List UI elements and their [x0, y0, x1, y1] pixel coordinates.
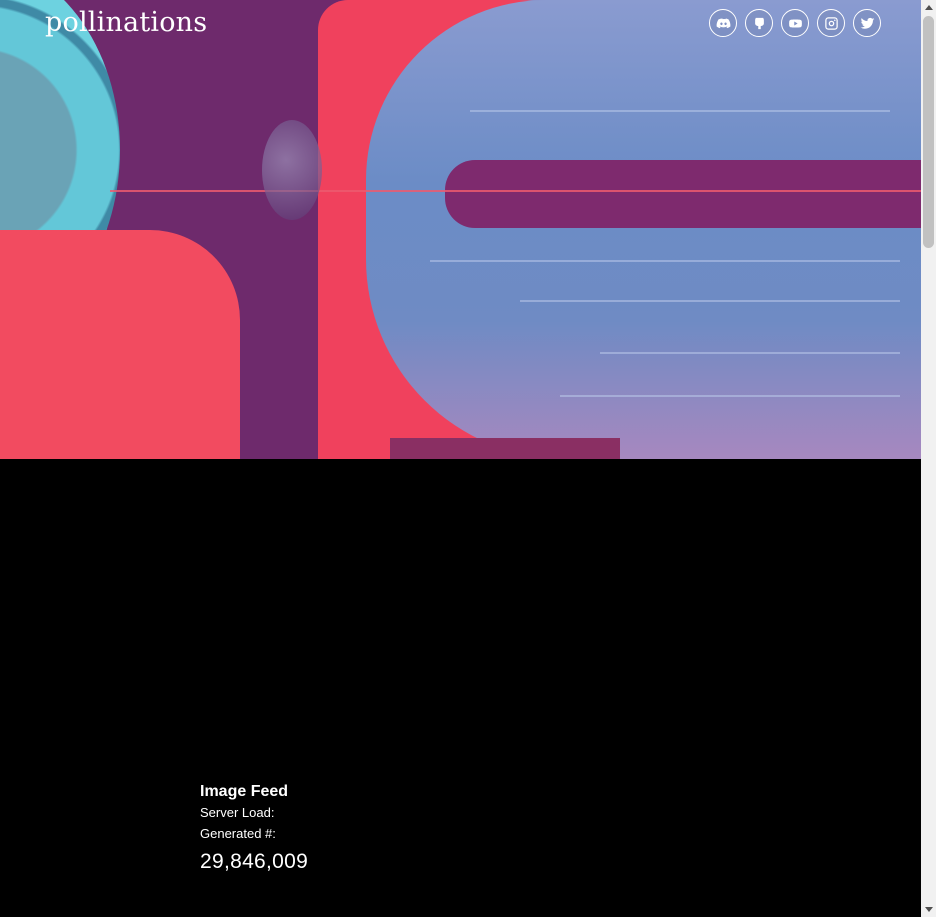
youtube-icon [788, 19, 802, 27]
discord-link[interactable] [709, 9, 737, 37]
server-load-label: Server Load: [200, 805, 275, 820]
social-links [709, 9, 881, 37]
hero-image [0, 0, 921, 459]
image-feed-info: Image Feed Server Load: Generated #: 29,… [200, 782, 308, 876]
scroll-down-button[interactable] [921, 902, 936, 917]
arrow-up-icon [924, 5, 933, 10]
generated-label: Generated #: [200, 826, 276, 841]
github-link[interactable] [745, 9, 773, 37]
generated-count: 29,846,009 [200, 850, 309, 873]
youtube-link[interactable] [781, 9, 809, 37]
feed-title: Image Feed [200, 783, 289, 800]
page: pollinations Image Feed Server Load: Gen… [0, 0, 921, 917]
github-icon [754, 17, 764, 29]
logo[interactable]: pollinations [45, 6, 207, 40]
vertical-scrollbar[interactable] [921, 0, 936, 917]
discord-icon [716, 18, 730, 28]
scroll-up-button[interactable] [921, 0, 936, 15]
instagram-link[interactable] [817, 9, 845, 37]
twitter-link[interactable] [853, 9, 881, 37]
instagram-icon [824, 16, 838, 30]
twitter-icon [860, 17, 874, 29]
scroll-thumb[interactable] [923, 16, 934, 248]
arrow-down-icon [924, 907, 933, 912]
